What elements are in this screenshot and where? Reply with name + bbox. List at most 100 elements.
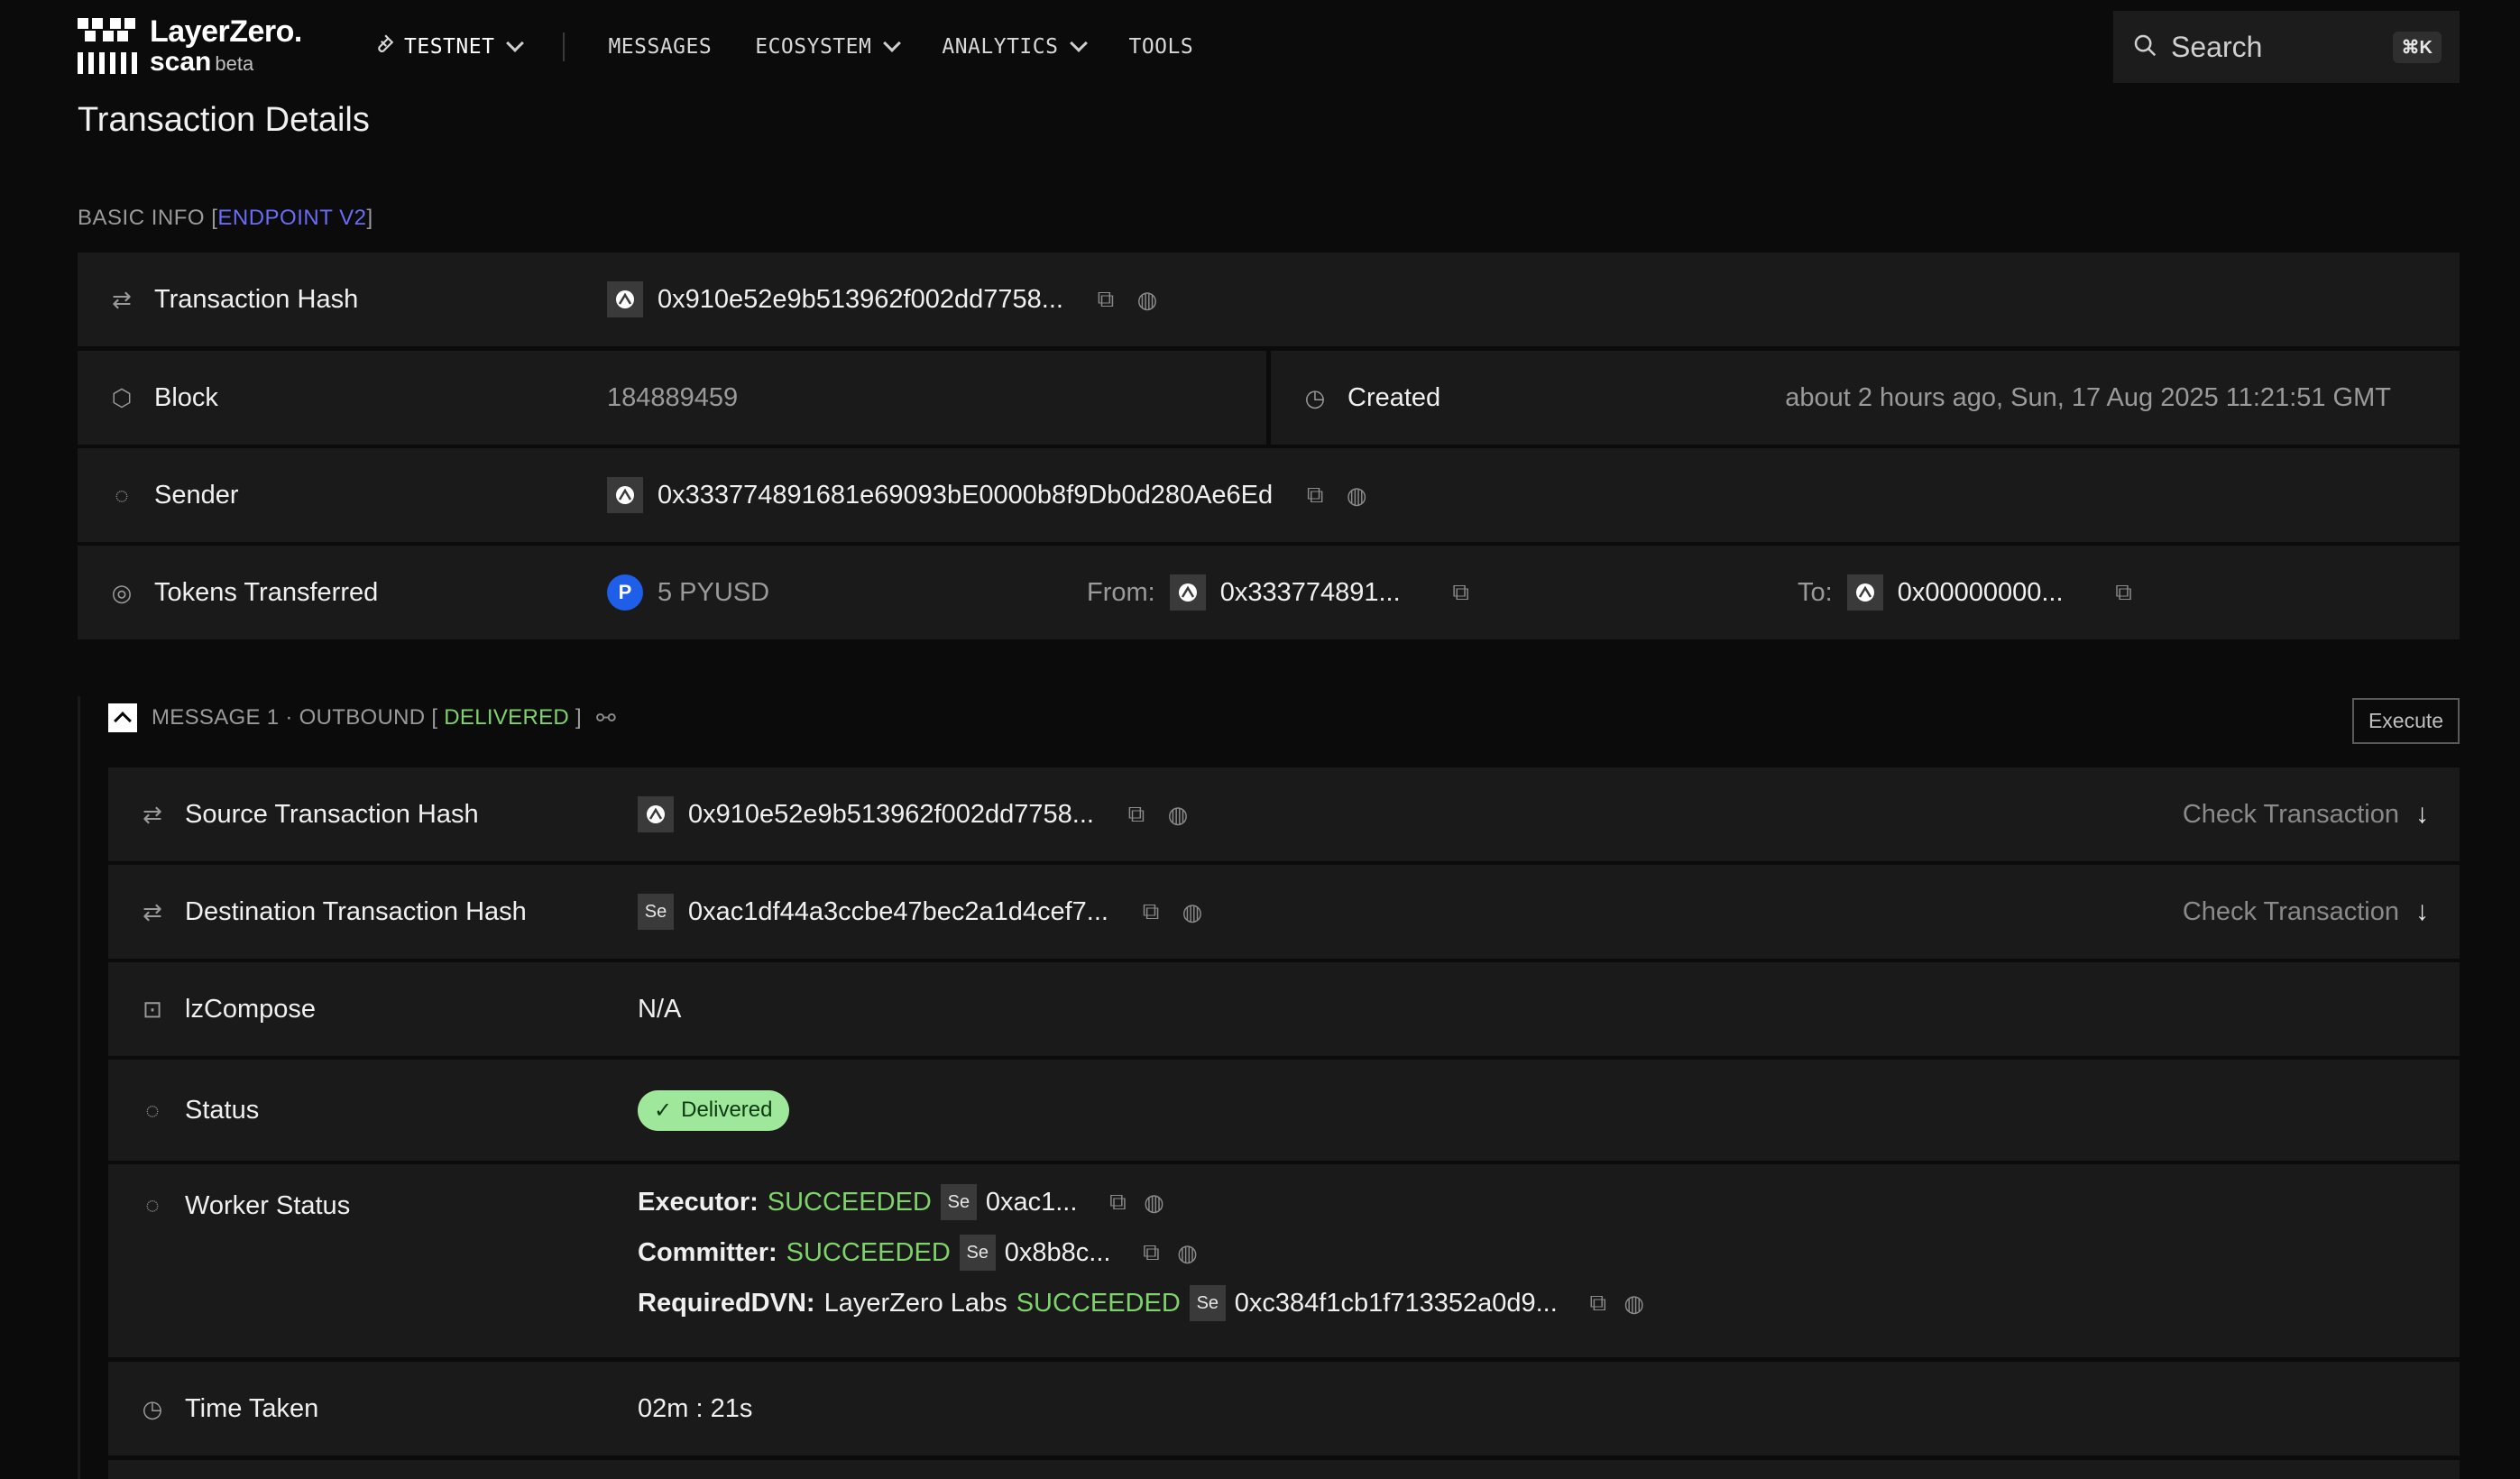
message-header: MESSAGE 1 · OUTBOUND [ DELIVERED ] ⚯ <box>108 703 616 732</box>
nav-ecosystem-label: ECOSYSTEM <box>755 35 872 59</box>
explorer-globe-icon[interactable]: ◍ <box>1621 1290 1648 1318</box>
row-block: ⬡ Block 184889459 <box>78 351 1266 445</box>
chevron-down-icon <box>1070 34 1089 52</box>
to-label: To: <box>1798 577 1833 607</box>
executor-address[interactable]: 0xac1... <box>986 1188 1078 1217</box>
compose-icon: ⊡ <box>143 995 162 1023</box>
row-destination-tx: ⇄ Destination Transaction Hash Se 0xac1d… <box>108 865 2460 959</box>
created-value: about 2 hours ago, Sun, 17 Aug 2025 11:2… <box>1785 382 2391 412</box>
lzcompose-value: N/A <box>638 994 682 1024</box>
executor-label: Executor: <box>638 1187 759 1217</box>
chain-logo-icon <box>607 477 643 513</box>
row-created: ◷ Created about 2 hours ago, Sun, 17 Aug… <box>1271 351 2460 445</box>
explorer-globe-icon[interactable]: ◍ <box>1134 286 1161 314</box>
row-label: Sender <box>154 480 239 510</box>
top-nav: LayerZero. scan beta TESTNET MESSAGES ECO… <box>0 0 2520 94</box>
logo-title: LayerZero. <box>150 14 302 49</box>
clock-icon: ◷ <box>142 1394 163 1422</box>
explorer-globe-icon[interactable]: ◍ <box>1343 482 1370 510</box>
row-label: lzCompose <box>185 994 317 1024</box>
dvn-address[interactable]: 0xc384f1cb1f713352a0d9... <box>1235 1289 1558 1318</box>
sepolia-chain-icon: Se <box>638 894 674 930</box>
copy-icon[interactable]: ⧉ <box>1137 897 1164 926</box>
copy-icon[interactable]: ⧉ <box>1448 578 1475 607</box>
dvn-status: SUCCEEDED <box>1016 1288 1181 1318</box>
nav-analytics[interactable]: ANALYTICS <box>942 34 1089 59</box>
explorer-globe-icon[interactable]: ◍ <box>1164 801 1191 829</box>
pyusd-token-icon: P <box>607 574 643 611</box>
row-next-partial <box>108 1460 2460 1479</box>
status-badge-label: Delivered <box>681 1098 773 1122</box>
transfer-icon: ⇄ <box>143 800 162 828</box>
row-sender: ◌ Sender 0x333774891681e69093bE0000b8f9D… <box>78 448 2460 542</box>
copy-icon[interactable]: ⧉ <box>2111 578 2138 607</box>
row-source-tx: ⇄ Source Transaction Hash 0x910e52e9b513… <box>108 767 2460 861</box>
executor-line: Executor: SUCCEEDED Se 0xac1... ⧉ ◍ <box>638 1177 1648 1227</box>
row-tokens-transferred: ◎ Tokens Transferred P 5 PYUSD From: 0x3… <box>78 546 2460 639</box>
section-suffix: ] <box>366 206 373 230</box>
sender-value[interactable]: 0x333774891681e69093bE0000b8f9Db0d280Ae6… <box>658 481 1273 510</box>
source-hash-value[interactable]: 0x910e52e9b513962f002dd7758... <box>688 800 1094 830</box>
row-label: Time Taken <box>185 1393 319 1423</box>
explorer-globe-icon[interactable]: ◍ <box>1173 1239 1200 1267</box>
network-selector[interactable]: TESTNET <box>372 32 525 61</box>
link-icon[interactable]: ⚯ <box>596 704 616 732</box>
token-icon: ◎ <box>111 578 133 606</box>
row-label: Status <box>185 1095 260 1125</box>
sepolia-chain-icon: Se <box>1189 1285 1226 1321</box>
dvn-label: RequiredDVN: <box>638 1288 815 1318</box>
logo-mark-icon <box>78 16 137 76</box>
nav-messages[interactable]: MESSAGES <box>608 35 712 59</box>
beta-tag: beta <box>215 52 254 75</box>
nav-tools[interactable]: TOOLS <box>1128 35 1193 59</box>
flask-icon <box>372 32 395 61</box>
nav-messages-label: MESSAGES <box>608 35 713 59</box>
section-label: BASIC INFO [ENDPOINT V2] <box>78 206 373 231</box>
arrow-down-icon: ↓ <box>2415 896 2429 926</box>
committer-address[interactable]: 0x8b8c... <box>1005 1238 1111 1268</box>
explorer-globe-icon[interactable]: ◍ <box>1140 1189 1167 1217</box>
nav-ecosystem[interactable]: ECOSYSTEM <box>755 34 902 59</box>
to-address[interactable]: 0x00000000... <box>1898 578 2064 608</box>
sender-icon: ◌ <box>115 481 129 509</box>
tx-hash-value[interactable]: 0x910e52e9b513962f002dd7758... <box>658 285 1063 315</box>
copy-icon[interactable]: ⧉ <box>1092 285 1119 314</box>
copy-icon[interactable]: ⧉ <box>1301 481 1329 510</box>
check-transaction-link[interactable]: Check Transaction ↓ <box>2183 799 2429 830</box>
token-amount: 5 PYUSD <box>658 577 770 607</box>
committer-status: SUCCEEDED <box>786 1237 951 1267</box>
dvn-name: LayerZero Labs <box>823 1288 1007 1318</box>
copy-icon[interactable]: ⧉ <box>1585 1289 1612 1318</box>
from-address[interactable]: 0x333774891... <box>1220 578 1401 608</box>
explorer-globe-icon[interactable]: ◍ <box>1179 898 1206 926</box>
sepolia-chain-icon: Se <box>959 1235 996 1271</box>
block-value[interactable]: 184889459 <box>607 383 738 413</box>
check-transaction-link[interactable]: Check Transaction ↓ <box>2183 896 2429 927</box>
collapse-button[interactable] <box>108 703 137 732</box>
search-box[interactable]: Search ⌘K <box>2113 11 2460 83</box>
layerzero-logo[interactable]: LayerZero. scan beta <box>78 16 302 76</box>
message-head-prefix: MESSAGE 1 · OUTBOUND [ <box>152 705 438 730</box>
check-transaction-label: Check Transaction <box>2182 896 2399 926</box>
row-label: Transaction Hash <box>154 284 359 314</box>
clock-icon: ◷ <box>1304 383 1326 411</box>
message-status: DELIVERED <box>444 705 570 730</box>
chain-logo-icon <box>1169 574 1206 611</box>
destination-hash-value[interactable]: 0xac1df44a3ccbe47bec2a1d4cef7... <box>688 897 1108 927</box>
copy-icon[interactable]: ⧉ <box>1137 1238 1164 1267</box>
copy-icon[interactable]: ⧉ <box>1123 800 1150 829</box>
status-badge: ✓ Delivered <box>638 1089 789 1131</box>
row-label: Block <box>154 382 218 412</box>
row-transaction-hash: ⇄ Transaction Hash 0x910e52e9b513962f002… <box>78 253 2460 346</box>
search-icon <box>2131 32 2158 63</box>
row-lzcompose: ⊡ lzCompose N/A <box>108 962 2460 1056</box>
transfer-icon: ⇄ <box>112 285 132 313</box>
copy-icon[interactable]: ⧉ <box>1104 1188 1131 1217</box>
committer-line: Committer: SUCCEEDED Se 0x8b8c... ⧉ ◍ <box>638 1227 1648 1278</box>
row-label: Worker Status <box>185 1191 351 1220</box>
chevron-down-icon <box>506 34 525 52</box>
row-worker-status: ◌ Worker Status Executor: SUCCEEDED Se 0… <box>108 1164 2460 1357</box>
time-taken-value: 02m : 21s <box>638 1393 753 1423</box>
execute-button[interactable]: Execute <box>2352 698 2460 744</box>
section-prefix: BASIC INFO [ <box>78 206 218 230</box>
